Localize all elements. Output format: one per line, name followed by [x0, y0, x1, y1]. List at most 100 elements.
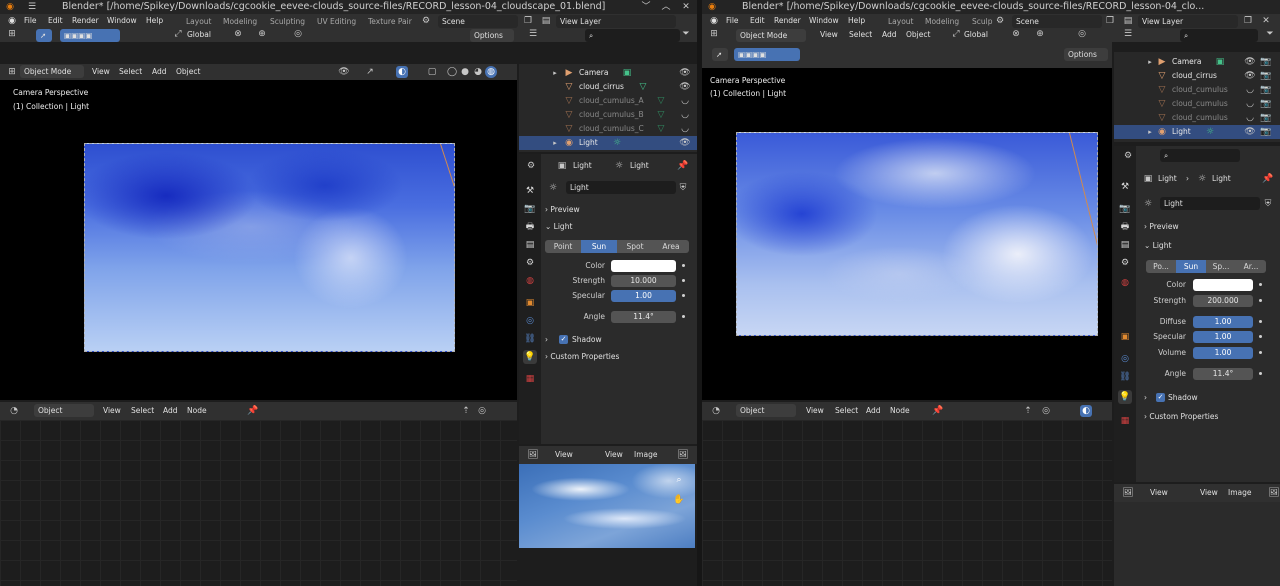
- outliner-row-cloud-cumulus-b[interactable]: ▽ cloud_cumulus_B ▽ ◡: [519, 108, 697, 122]
- tab-layout[interactable]: Layout: [888, 16, 914, 28]
- volume-field[interactable]: 1.00: [1193, 347, 1253, 359]
- outliner-type-icon[interactable]: ☰: [1122, 28, 1134, 40]
- eye-closed-icon[interactable]: ◡: [679, 109, 691, 121]
- constraints-tab-icon[interactable]: ⛓: [523, 332, 537, 346]
- parent-node-icon[interactable]: ⇡: [460, 405, 472, 417]
- options-button[interactable]: Options: [1064, 48, 1108, 61]
- remove-view-layer-icon[interactable]: ✕: [1260, 15, 1272, 27]
- tab-texture-paint[interactable]: Texture Pair: [368, 16, 412, 28]
- diffuse-field[interactable]: 1.00: [1193, 316, 1253, 328]
- view-layer-selector[interactable]: View Layer: [556, 15, 676, 28]
- outliner-row-cloud-cirrus[interactable]: ▽ cloud_cirrus ▽ 👁: [519, 80, 697, 94]
- overlay-icon[interactable]: ◐: [1080, 405, 1092, 417]
- panel-light[interactable]: ⌄ Light: [545, 219, 572, 234]
- texture-tab-icon[interactable]: ▦: [523, 372, 537, 386]
- node-menu-add[interactable]: Add: [866, 404, 881, 417]
- select-tool-button[interactable]: ➚: [36, 29, 52, 42]
- image-menu-view[interactable]: View: [605, 448, 623, 461]
- view-layer-selector[interactable]: View Layer: [1138, 15, 1238, 28]
- panel-custom-properties[interactable]: › Custom Properties: [1144, 409, 1218, 424]
- tool-tab-icon[interactable]: ⚒: [1118, 180, 1132, 194]
- view-layer-tab-icon[interactable]: ▤: [1118, 238, 1132, 252]
- pan-hand-icon[interactable]: ✋: [673, 494, 685, 506]
- keyframe-dot[interactable]: [1259, 320, 1262, 323]
- keyframe-dot[interactable]: [1259, 372, 1262, 375]
- expand-arrow-icon[interactable]: ▸: [549, 67, 561, 79]
- viewport-menu-select[interactable]: Select: [849, 28, 872, 41]
- image-menu-view[interactable]: View: [1200, 486, 1218, 499]
- editor-type-icon[interactable]: ⊞: [708, 28, 720, 40]
- light-type-spot[interactable]: Sp...: [1206, 260, 1236, 273]
- tab-sculpting[interactable]: Sculp: [972, 16, 992, 28]
- shadow-checkbox[interactable]: ✓: [1156, 393, 1165, 402]
- object-mode-dropdown[interactable]: Object Mode: [20, 65, 84, 78]
- outliner-row-camera[interactable]: ▸ ▶ Camera ▣ 👁 📷: [1114, 55, 1280, 69]
- node-menu-node[interactable]: Node: [890, 404, 910, 417]
- object-mode-dropdown[interactable]: Object Mode: [736, 29, 806, 42]
- outliner-row-cloud-cumulus-a[interactable]: ▽ cloud_cumulus_A ▽ ◡: [519, 94, 697, 108]
- outliner-row-cloud-cirrus[interactable]: ▽ cloud_cirrus 👁 📷: [1114, 69, 1280, 83]
- transform-orientation[interactable]: Global: [187, 28, 211, 41]
- strength-field[interactable]: 10.000: [611, 275, 676, 287]
- eye-icon[interactable]: 👁: [679, 67, 691, 79]
- node-editor-canvas[interactable]: [0, 420, 517, 586]
- viewport-menu-add[interactable]: Add: [152, 65, 167, 78]
- render-visibility-icon[interactable]: 📷: [1260, 84, 1272, 96]
- menu-file[interactable]: File: [726, 14, 739, 28]
- viewport-menu-select[interactable]: Select: [119, 65, 142, 78]
- menu-help[interactable]: Help: [848, 14, 865, 28]
- eye-closed-icon[interactable]: ◡: [1244, 84, 1256, 96]
- node-menu-select[interactable]: Select: [131, 404, 154, 417]
- image-menu-view-mode[interactable]: View: [555, 448, 573, 461]
- light-datablock-field[interactable]: Light: [566, 181, 676, 194]
- blender-menu-icon[interactable]: ◉: [6, 15, 18, 27]
- world-tab-icon[interactable]: ◍: [1118, 276, 1132, 290]
- node-type-dropdown[interactable]: Object: [34, 404, 94, 417]
- render-visibility-icon[interactable]: 📷: [1260, 98, 1272, 110]
- expand-icon[interactable]: ︿: [660, 1, 672, 13]
- menu-edit[interactable]: Edit: [48, 14, 63, 28]
- eye-icon[interactable]: 👁: [679, 81, 691, 93]
- image-editor-canvas[interactable]: [1114, 502, 1280, 586]
- specular-field[interactable]: 1.00: [1193, 331, 1253, 343]
- transform-orientation[interactable]: Global: [964, 28, 988, 41]
- node-editor-type-icon[interactable]: ◔: [8, 405, 20, 417]
- light-data-tab-icon[interactable]: 💡: [523, 350, 537, 364]
- new-scene-icon[interactable]: ❐: [522, 15, 534, 27]
- select-mode-buttons[interactable]: ▣▣▣▣: [60, 29, 120, 42]
- menu-window[interactable]: Window: [809, 14, 839, 28]
- shadow-checkbox[interactable]: ✓: [559, 335, 568, 344]
- viewport-menu-add[interactable]: Add: [882, 28, 897, 41]
- light-type-area[interactable]: Ar...: [1236, 260, 1266, 273]
- outliner-search[interactable]: ⌕: [585, 29, 680, 42]
- light-type-spot[interactable]: Spot: [617, 240, 653, 253]
- panel-preview[interactable]: › Preview: [1144, 219, 1179, 234]
- viewport-menu-view[interactable]: View: [92, 65, 110, 78]
- proportional-edit-icon[interactable]: ◎: [1076, 28, 1088, 40]
- menu-file[interactable]: File: [24, 14, 37, 28]
- angle-field[interactable]: 11.4°: [611, 311, 676, 323]
- keyframe-dot[interactable]: [682, 294, 685, 297]
- keyframe-dot[interactable]: [1259, 299, 1262, 302]
- gizmo-icon[interactable]: ↗: [364, 66, 376, 78]
- filter-icon[interactable]: ⏷: [680, 28, 692, 40]
- select-mode-buttons[interactable]: ▣▣▣▣: [734, 48, 800, 61]
- keyframe-dot[interactable]: [682, 279, 685, 282]
- fake-user-shield-icon[interactable]: ⛨: [677, 182, 689, 194]
- expand-arrow-icon[interactable]: ▸: [549, 137, 561, 149]
- strength-field[interactable]: 200.000: [1193, 295, 1253, 307]
- node-menu-select[interactable]: Select: [835, 404, 858, 417]
- pin-icon[interactable]: 📌: [932, 405, 944, 417]
- eye-closed-icon[interactable]: ◡: [1244, 112, 1256, 124]
- sun-type-icon[interactable]: ☼: [547, 182, 559, 194]
- snap-icon[interactable]: ⊕: [256, 28, 268, 40]
- render-visibility-icon[interactable]: 📷: [1260, 70, 1272, 82]
- scene-selector[interactable]: Scene: [1012, 15, 1102, 28]
- render-visibility-icon[interactable]: 📷: [1260, 56, 1272, 68]
- light-datablock-field[interactable]: Light: [1160, 197, 1260, 210]
- render-tab-icon[interactable]: 📷: [523, 202, 537, 216]
- tab-modeling[interactable]: Modeling: [223, 16, 257, 28]
- world-tab-icon[interactable]: ◍: [523, 274, 537, 288]
- scene-tab-icon[interactable]: ⚙: [1118, 256, 1132, 270]
- snap-node-icon[interactable]: ◎: [1040, 405, 1052, 417]
